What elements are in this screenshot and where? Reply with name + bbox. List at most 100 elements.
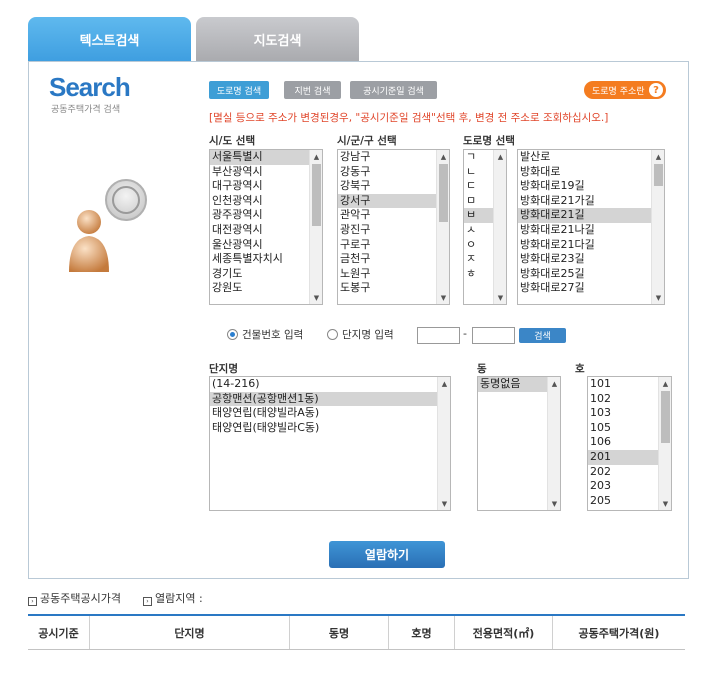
scroll-up-icon[interactable]: ▲ [652,150,664,163]
list-item[interactable]: 방화대로27길 [518,281,664,296]
list-item[interactable]: 대구광역시 [210,179,322,194]
list-item[interactable]: 도봉구 [338,281,449,296]
dash-separator: - [463,327,467,340]
list-item[interactable]: 광진구 [338,223,449,238]
complex-listbox[interactable]: (14-216) 공항맨션(공항맨션1동) 태양연립(태양빌라A동) 태양연립(… [209,376,451,511]
list-item[interactable]: 광주광역시 [210,208,322,223]
scroll-thumb[interactable] [312,164,321,226]
road-listbox[interactable]: 발산로 방화대로 방화대로19길 방화대로21가길 방화대로21길 방화대로21… [517,149,665,305]
ho-listbox[interactable]: 101 102 103 105 106 201 202 203 205 206 … [587,376,672,511]
road-label: 도로명 선택 [463,135,515,147]
list-item[interactable]: 태양연립(태양빌라A동) [210,406,450,421]
dong-label: 동 [477,363,487,375]
list-item[interactable]: 울산광역시 [210,238,322,253]
lot-search-button[interactable]: 지번 검색 [284,81,341,99]
list-item[interactable]: 강원도 [210,281,322,296]
scrollbar[interactable]: ▲ ▼ [651,150,664,304]
scrollbar[interactable]: ▲ ▼ [547,377,560,510]
list-item[interactable]: 공항맨션(공항맨션1동) [210,391,450,407]
search-logo: Search [49,72,131,102]
building-main-no-input[interactable] [417,327,460,344]
list-item[interactable]: 발산로 [518,150,664,165]
list-item[interactable]: 방화대로25길 [518,267,664,282]
list-item[interactable]: 방화대로 [518,165,664,180]
scroll-up-icon[interactable]: ▲ [438,377,450,390]
list-item[interactable]: 경기도 [210,267,322,282]
list-item[interactable]: 서울특별시 [210,150,322,165]
building-no-radio[interactable]: 건물번호 입력 [227,327,303,342]
radio-checked[interactable] [227,329,238,340]
list-item[interactable]: (14-216) [210,377,450,392]
scroll-thumb[interactable] [654,164,663,186]
list-item[interactable]: 강북구 [338,179,449,194]
scroll-up-icon[interactable]: ▲ [548,377,560,390]
help-icon: ? [649,83,663,97]
scroll-down-icon[interactable]: ▼ [652,291,664,304]
list-item[interactable]: 금천구 [338,252,449,267]
list-item[interactable]: 태양연립(태양빌라C동) [210,421,450,436]
list-item[interactable]: 세종특별자치시 [210,252,322,267]
arrow-box-icon: › [142,597,152,606]
list-item[interactable]: 강남구 [338,150,449,165]
scroll-thumb[interactable] [661,391,670,443]
arrow-box-icon: › [28,597,37,606]
scrollbar[interactable]: ▲ ▼ [493,150,506,304]
scroll-down-icon[interactable]: ▼ [438,497,450,510]
list-item[interactable]: 방화대로21길 [518,208,664,223]
sigungu-listbox[interactable]: 강남구 강동구 강북구 강서구 관악구 광진구 구로구 금천구 노원구 도봉구 … [337,149,450,305]
complex-label: 단지명 [209,363,238,375]
user-search-icon [69,179,147,272]
table-header-cell: 전용면적(㎡) [455,616,553,649]
scrollbar[interactable]: ▲ ▼ [436,150,449,304]
road-guide-label: 도로명 주소란 [592,86,645,97]
price-info-label: 공동주택공시가격 [40,592,121,605]
scroll-down-icon[interactable]: ▼ [310,291,322,304]
dong-listbox[interactable]: 동명없음 ▲ ▼ [477,376,561,511]
list-item[interactable]: 대전광역시 [210,223,322,238]
search-panel: Search 공동주택가격 검색 도로명 검색 지번 검색 공시기준일 검색 도… [28,61,689,579]
list-item[interactable]: 방화대로21나길 [518,223,664,238]
initial-listbox[interactable]: ㄱ ㄴ ㄷ ㅁ ㅂ ㅅ ㅇ ㅈ ㅎ ▲ ▼ [463,149,507,305]
search-button[interactable]: 검색 [519,328,566,343]
list-item[interactable]: 방화대로23길 [518,252,664,267]
list-item[interactable]: 방화대로21다길 [518,238,664,253]
result-table-header: 공시기준 단지명 동명 호명 전용면적(㎡) 공동주택가격(원) [28,614,685,650]
list-item[interactable]: 방화대로21가길 [518,194,664,209]
scroll-down-icon[interactable]: ▼ [659,497,671,510]
tab-map-search[interactable]: 지도검색 [196,17,359,62]
scroll-down-icon[interactable]: ▼ [494,291,506,304]
table-header-cell: 호명 [389,616,455,649]
table-header-cell: 공시기준 [28,616,90,649]
scrollbar[interactable]: ▲ ▼ [437,377,450,510]
scroll-up-icon[interactable]: ▲ [437,150,449,163]
scrollbar[interactable]: ▲ ▼ [309,150,322,304]
list-item[interactable]: 부산광역시 [210,165,322,180]
road-search-button[interactable]: 도로명 검색 [209,81,269,99]
complex-name-radio[interactable]: 단지명 입력 [327,327,394,342]
scroll-up-icon[interactable]: ▲ [659,377,671,390]
date-search-button[interactable]: 공시기준일 검색 [350,81,437,99]
scroll-down-icon[interactable]: ▼ [548,497,560,510]
road-guide-button[interactable]: 도로명 주소란 ? [584,81,666,99]
tab-text-search[interactable]: 텍스트검색 [28,17,191,62]
sido-listbox[interactable]: 서울특별시 부산광역시 대구광역시 인천광역시 광주광역시 대전광역시 울산광역… [209,149,323,305]
complex-name-label: 단지명 입력 [342,329,394,341]
list-item[interactable]: 방화대로19길 [518,179,664,194]
radio-unchecked[interactable] [327,329,338,340]
scrollbar[interactable]: ▲ ▼ [658,377,671,510]
list-item[interactable]: 강동구 [338,165,449,180]
scroll-up-icon[interactable]: ▲ [310,150,322,163]
search-logo-subtitle: 공동주택가격 검색 [51,105,121,115]
table-header-cell: 동명 [290,616,389,649]
list-item[interactable]: 인천광역시 [210,194,322,209]
building-sub-no-input[interactable] [472,327,515,344]
table-header-cell: 공동주택가격(원) [578,626,660,640]
list-item[interactable]: 노원구 [338,267,449,282]
scroll-down-icon[interactable]: ▼ [437,291,449,304]
list-item[interactable]: 관악구 [338,208,449,223]
list-item[interactable]: 구로구 [338,238,449,253]
list-item[interactable]: 강서구 [338,193,449,209]
scroll-thumb[interactable] [439,164,448,222]
scroll-up-icon[interactable]: ▲ [494,150,506,163]
view-button[interactable]: 열람하기 [329,541,445,568]
